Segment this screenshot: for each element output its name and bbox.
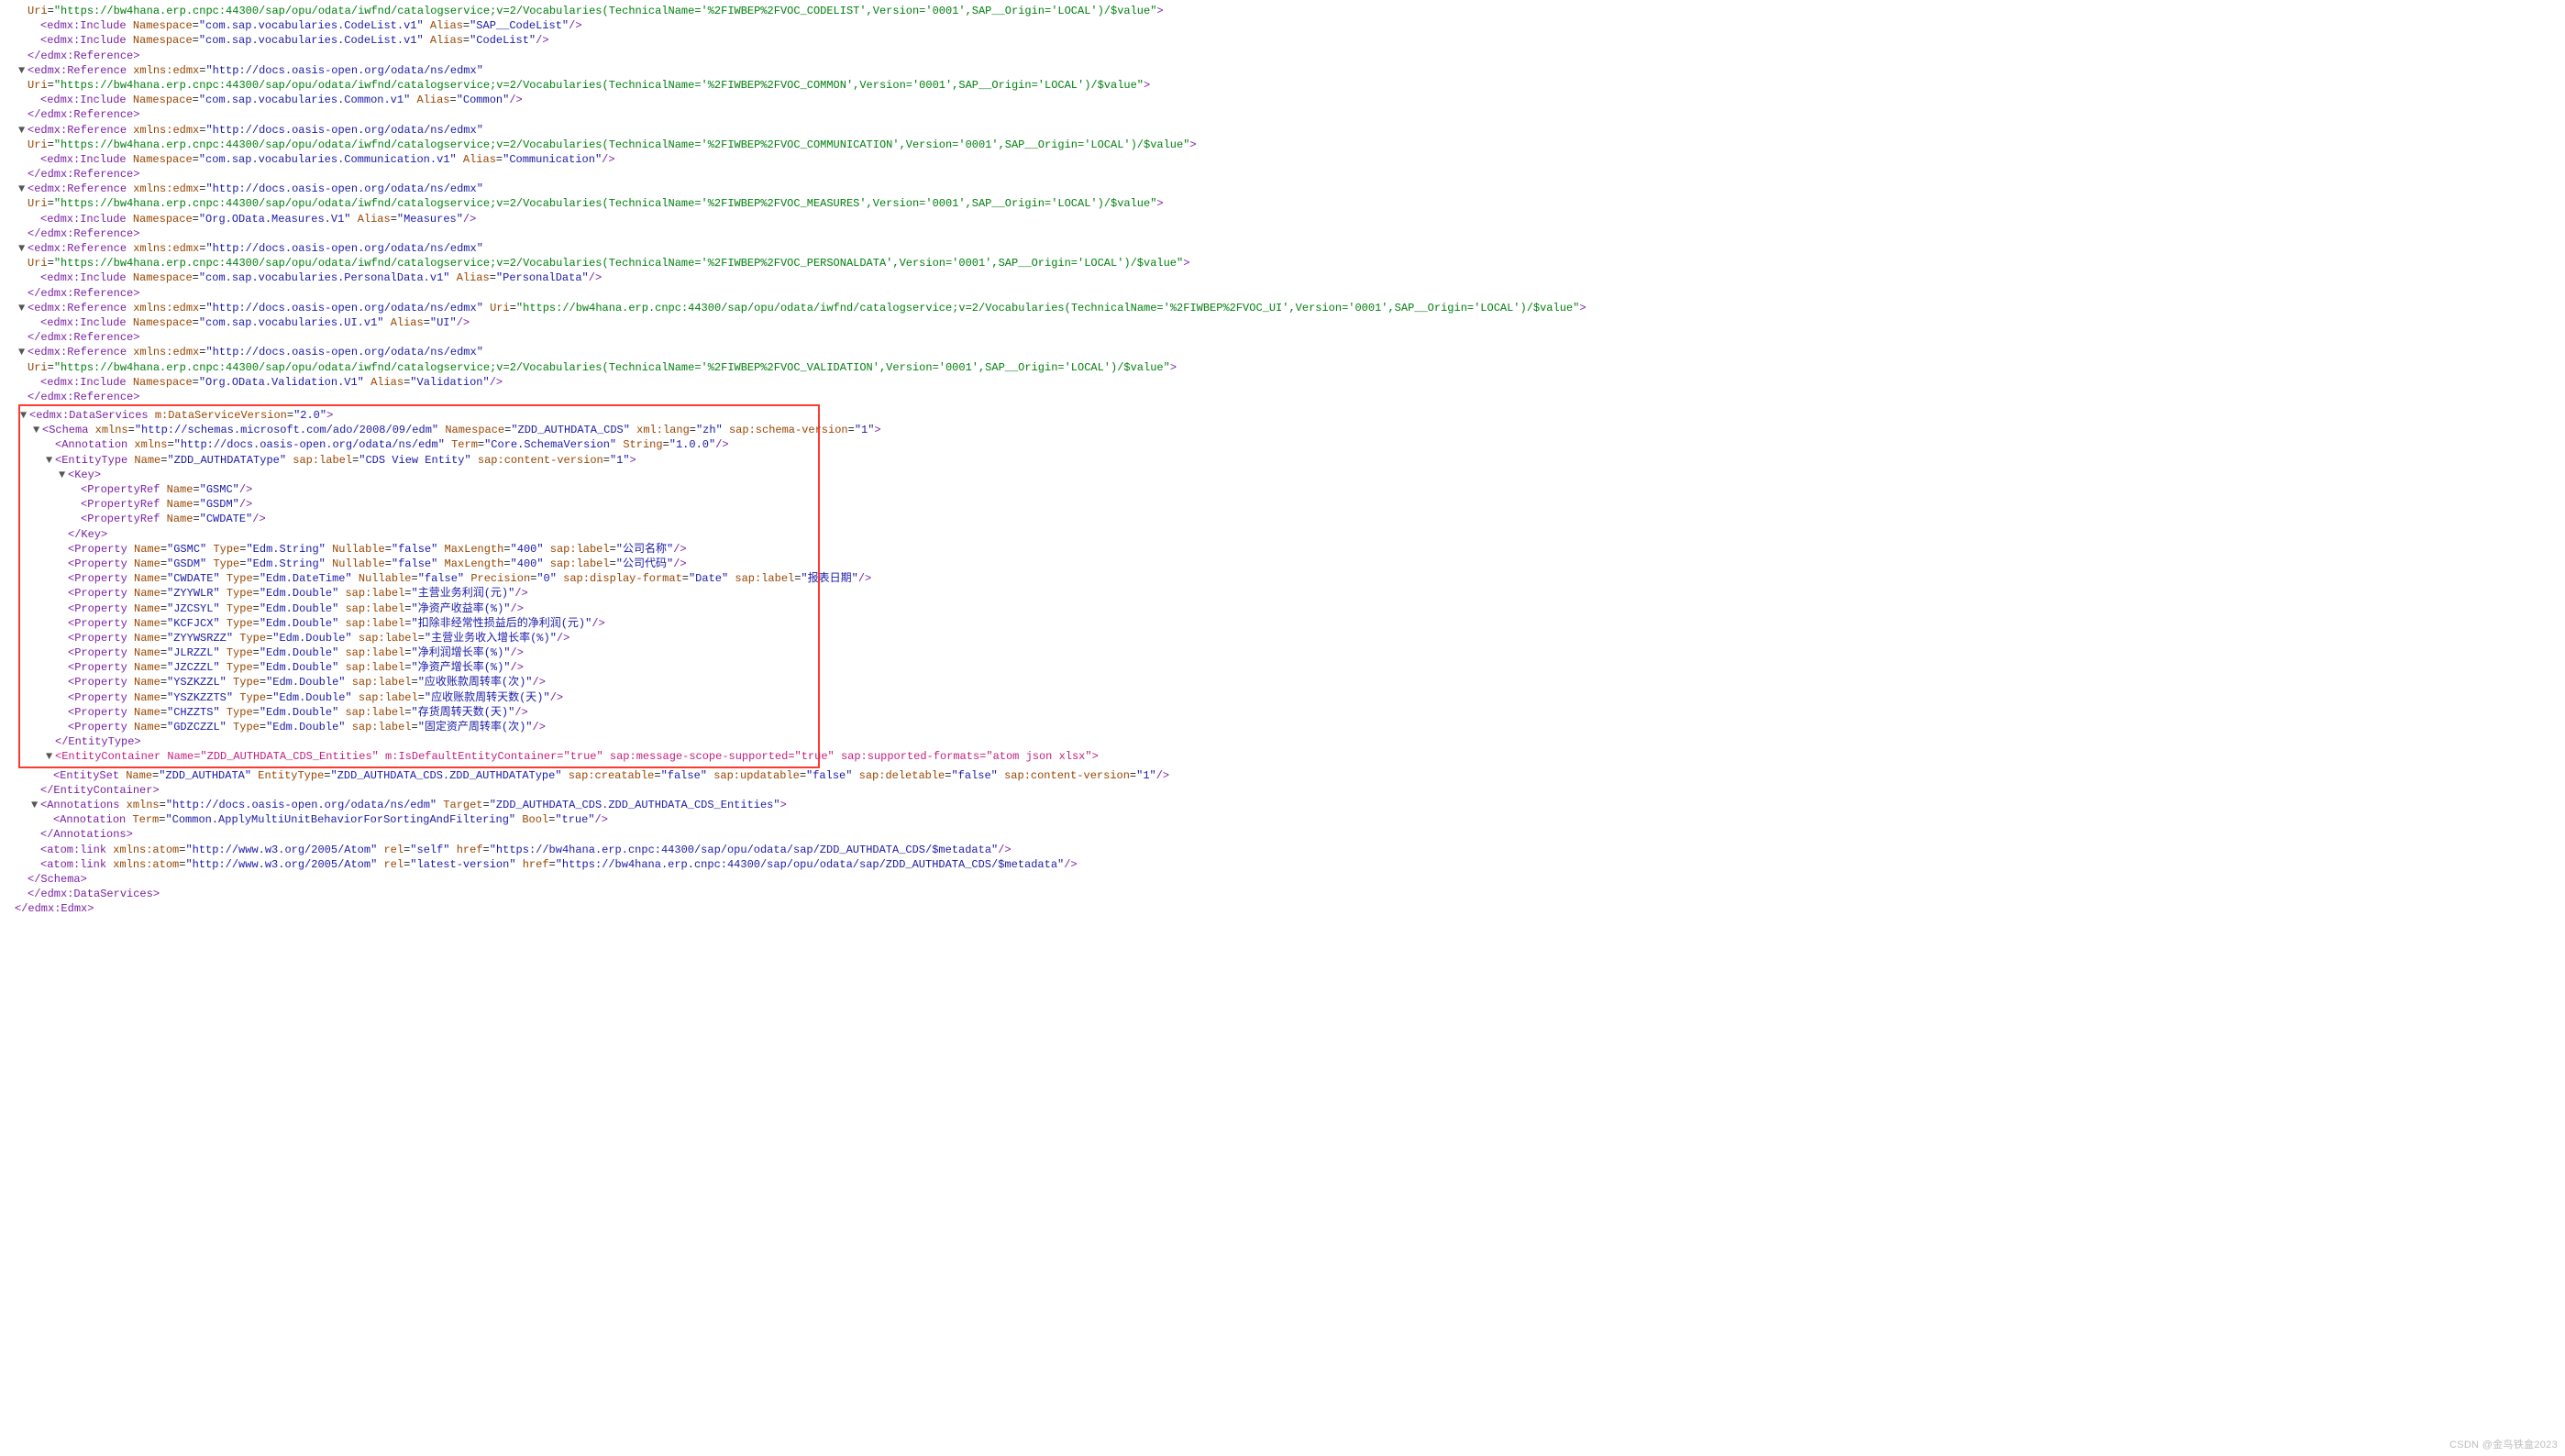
xml-line: <edmx:Include Namespace="Org.OData.Measu…: [6, 212, 2559, 226]
xml-line: <edmx:Include Namespace="com.sap.vocabul…: [6, 270, 2559, 285]
collapse-icon[interactable]: ▼: [18, 182, 28, 196]
xml-line: <Property Name="CWDATE" Type="Edm.DateTi…: [20, 571, 818, 586]
xml-line: <PropertyRef Name="CWDATE"/>: [20, 512, 818, 526]
xml-line: <edmx:Include Namespace="com.sap.vocabul…: [6, 33, 2559, 48]
xml-line: <edmx:Include Namespace="com.sap.vocabul…: [6, 18, 2559, 33]
xml-line: </edmx:Edmx>: [6, 901, 2559, 916]
xml-line: <Property Name="GDZCZZL" Type="Edm.Doubl…: [20, 720, 818, 734]
collapse-icon[interactable]: ▼: [18, 123, 28, 138]
xml-line: </edmx:Reference>: [6, 107, 2559, 122]
xml-line: ▼<EntityType Name="ZDD_AUTHDATAType" sap…: [20, 453, 818, 468]
xml-line: ▼<edmx:Reference xmlns:edmx="http://docs…: [6, 241, 2559, 256]
xml-line: Uri="https://bw4hana.erp.cnpc:44300/sap/…: [6, 138, 2559, 152]
xml-line: <edmx:Include Namespace="com.sap.vocabul…: [6, 152, 2559, 167]
collapse-icon[interactable]: ▼: [18, 301, 28, 315]
xml-line: ▼<Key>: [20, 468, 818, 482]
xml-line: <Property Name="YSZKZZTS" Type="Edm.Doub…: [20, 690, 818, 705]
xml-line: <edmx:Include Namespace="Org.OData.Valid…: [6, 375, 2559, 390]
xml-line: Uri="https://bw4hana.erp.cnpc:44300/sap/…: [6, 4, 2559, 18]
xml-line: <Property Name="KCFJCX" Type="Edm.Double…: [20, 616, 818, 631]
xml-line: <Property Name="GSDM" Type="Edm.String" …: [20, 557, 818, 571]
xml-line: <atom:link xmlns:atom="http://www.w3.org…: [6, 857, 2559, 872]
xml-line: <edmx:Include Namespace="com.sap.vocabul…: [6, 315, 2559, 330]
xml-line: ▼<Schema xmlns="http://schemas.microsoft…: [20, 423, 818, 437]
xml-line: </Schema>: [6, 872, 2559, 887]
xml-line: </EntityContainer>: [6, 783, 2559, 798]
xml-line: </Key>: [20, 527, 818, 542]
xml-line: ▼<edmx:Reference xmlns:edmx="http://docs…: [6, 123, 2559, 138]
highlighted-region: ▼<edmx:DataServices m:DataServiceVersion…: [18, 404, 820, 768]
xml-line: <Property Name="JZCZZL" Type="Edm.Double…: [20, 660, 818, 675]
collapse-icon[interactable]: ▼: [20, 408, 29, 423]
xml-line: ▼<edmx:Reference xmlns:edmx="http://docs…: [6, 345, 2559, 359]
xml-line: <edmx:Include Namespace="com.sap.vocabul…: [6, 93, 2559, 107]
xml-line: Uri="https://bw4hana.erp.cnpc:44300/sap/…: [6, 360, 2559, 375]
collapse-icon[interactable]: ▼: [18, 63, 28, 78]
xml-line: ▼<EntityContainer Name="ZDD_AUTHDATA_CDS…: [20, 749, 818, 764]
xml-line: <EntitySet Name="ZDD_AUTHDATA" EntityTyp…: [6, 768, 2559, 783]
xml-line: </edmx:Reference>: [6, 390, 2559, 404]
collapse-icon[interactable]: ▼: [31, 798, 40, 812]
xml-line: <Property Name="ZYYWLR" Type="Edm.Double…: [20, 586, 818, 601]
collapse-icon[interactable]: ▼: [46, 749, 55, 764]
xml-line: Uri="https://bw4hana.erp.cnpc:44300/sap/…: [6, 256, 2559, 270]
xml-line: ▼<edmx:Reference xmlns:edmx="http://docs…: [6, 182, 2559, 196]
watermark: CSDN @金鸟铁盒2023: [2449, 1439, 2558, 1452]
xml-line: <Property Name="JZCSYL" Type="Edm.Double…: [20, 601, 818, 616]
xml-line: </edmx:Reference>: [6, 226, 2559, 241]
xml-line: <atom:link xmlns:atom="http://www.w3.org…: [6, 843, 2559, 857]
xml-line: </Annotations>: [6, 827, 2559, 842]
xml-line: ▼<edmx:Reference xmlns:edmx="http://docs…: [6, 301, 2559, 315]
xml-line: ▼<Annotations xmlns="http://docs.oasis-o…: [6, 798, 2559, 812]
xml-line: </edmx:Reference>: [6, 286, 2559, 301]
xml-line: ▼<edmx:Reference xmlns:edmx="http://docs…: [6, 63, 2559, 78]
xml-line: <Property Name="CHZZTS" Type="Edm.Double…: [20, 705, 818, 720]
collapse-icon[interactable]: ▼: [18, 345, 28, 359]
xml-line: <Property Name="YSZKZZL" Type="Edm.Doubl…: [20, 675, 818, 689]
xml-line: Uri="https://bw4hana.erp.cnpc:44300/sap/…: [6, 196, 2559, 211]
collapse-icon[interactable]: ▼: [59, 468, 68, 482]
collapse-icon[interactable]: ▼: [33, 423, 42, 437]
xml-line: <PropertyRef Name="GSMC"/>: [20, 482, 818, 497]
xml-line: <Property Name="ZYYWSRZZ" Type="Edm.Doub…: [20, 631, 818, 645]
xml-line: </edmx:Reference>: [6, 49, 2559, 63]
xml-line: Uri="https://bw4hana.erp.cnpc:44300/sap/…: [6, 78, 2559, 93]
xml-line: <Property Name="JLRZZL" Type="Edm.Double…: [20, 645, 818, 660]
xml-line: <Annotation Term="Common.ApplyMultiUnitB…: [6, 812, 2559, 827]
collapse-icon[interactable]: ▼: [18, 241, 28, 256]
xml-line: <PropertyRef Name="GSDM"/>: [20, 497, 818, 512]
xml-line: <Property Name="GSMC" Type="Edm.String" …: [20, 542, 818, 557]
xml-line: ▼<edmx:DataServices m:DataServiceVersion…: [20, 408, 818, 423]
xml-line: <Annotation xmlns="http://docs.oasis-ope…: [20, 437, 818, 452]
xml-line: </edmx:Reference>: [6, 330, 2559, 345]
collapse-icon[interactable]: ▼: [46, 453, 55, 468]
xml-tree: Uri="https://bw4hana.erp.cnpc:44300/sap/…: [6, 4, 2559, 916]
xml-line: </edmx:DataServices>: [6, 887, 2559, 901]
xml-line: </edmx:Reference>: [6, 167, 2559, 182]
xml-line: </EntityType>: [20, 734, 818, 749]
